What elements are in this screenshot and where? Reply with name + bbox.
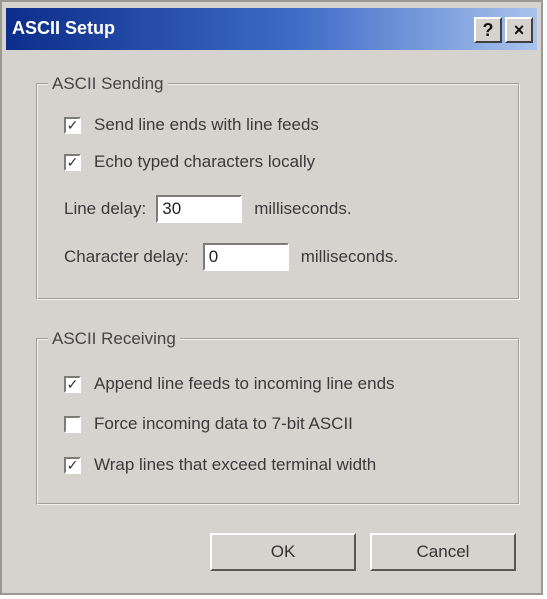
append-line-feeds-option[interactable]: ✓ Append line feeds to incoming line end…: [64, 374, 395, 394]
echo-typed-option[interactable]: ✓ Echo typed characters locally: [64, 152, 315, 172]
window-title: ASCII Setup: [12, 18, 116, 38]
line-delay-input[interactable]: [156, 195, 243, 223]
ascii-setup-dialog: ASCII Setup ? × ASCII Sending ✓ Send lin…: [0, 0, 543, 595]
force-7bit-option[interactable]: Force incoming data to 7-bit ASCII: [64, 414, 353, 434]
cancel-button[interactable]: Cancel: [370, 533, 516, 571]
append-line-feeds-label: Append line feeds to incoming line ends: [94, 374, 395, 393]
char-delay-unit: milliseconds.: [300, 247, 399, 266]
send-line-ends-checkbox[interactable]: ✓: [64, 116, 81, 134]
force-7bit-label: Force incoming data to 7-bit ASCII: [94, 414, 353, 433]
line-delay-label: Line delay:: [64, 199, 147, 218]
send-line-ends-option[interactable]: ✓ Send line ends with line feeds: [64, 115, 319, 135]
echo-typed-checkbox[interactable]: ✓: [64, 153, 81, 171]
send-line-ends-label: Send line ends with line feeds: [94, 115, 319, 134]
char-delay-input[interactable]: [202, 243, 289, 271]
append-line-feeds-checkbox[interactable]: ✓: [64, 375, 81, 393]
ok-button[interactable]: OK: [210, 533, 356, 571]
line-delay-unit: milliseconds.: [254, 199, 352, 218]
char-delay-row: Character delay: milliseconds.: [64, 243, 398, 271]
line-delay-row: Line delay: milliseconds.: [64, 195, 352, 223]
ascii-sending-legend: ASCII Sending: [52, 74, 164, 93]
close-icon: ×: [513, 19, 525, 40]
help-button[interactable]: ?: [474, 17, 502, 43]
wrap-lines-checkbox[interactable]: ✓: [64, 456, 81, 474]
close-button[interactable]: ×: [505, 17, 533, 43]
wrap-lines-label: Wrap lines that exceed terminal width: [94, 455, 377, 474]
char-delay-label: Character delay:: [64, 247, 189, 266]
wrap-lines-option[interactable]: ✓ Wrap lines that exceed terminal width: [64, 455, 376, 475]
ascii-receiving-legend: ASCII Receiving: [52, 329, 176, 348]
force-7bit-checkbox[interactable]: [64, 415, 81, 433]
question-mark-icon: ?: [482, 19, 494, 40]
echo-typed-label: Echo typed characters locally: [94, 152, 316, 171]
title-bar[interactable]: ASCII Setup ? ×: [6, 8, 537, 50]
